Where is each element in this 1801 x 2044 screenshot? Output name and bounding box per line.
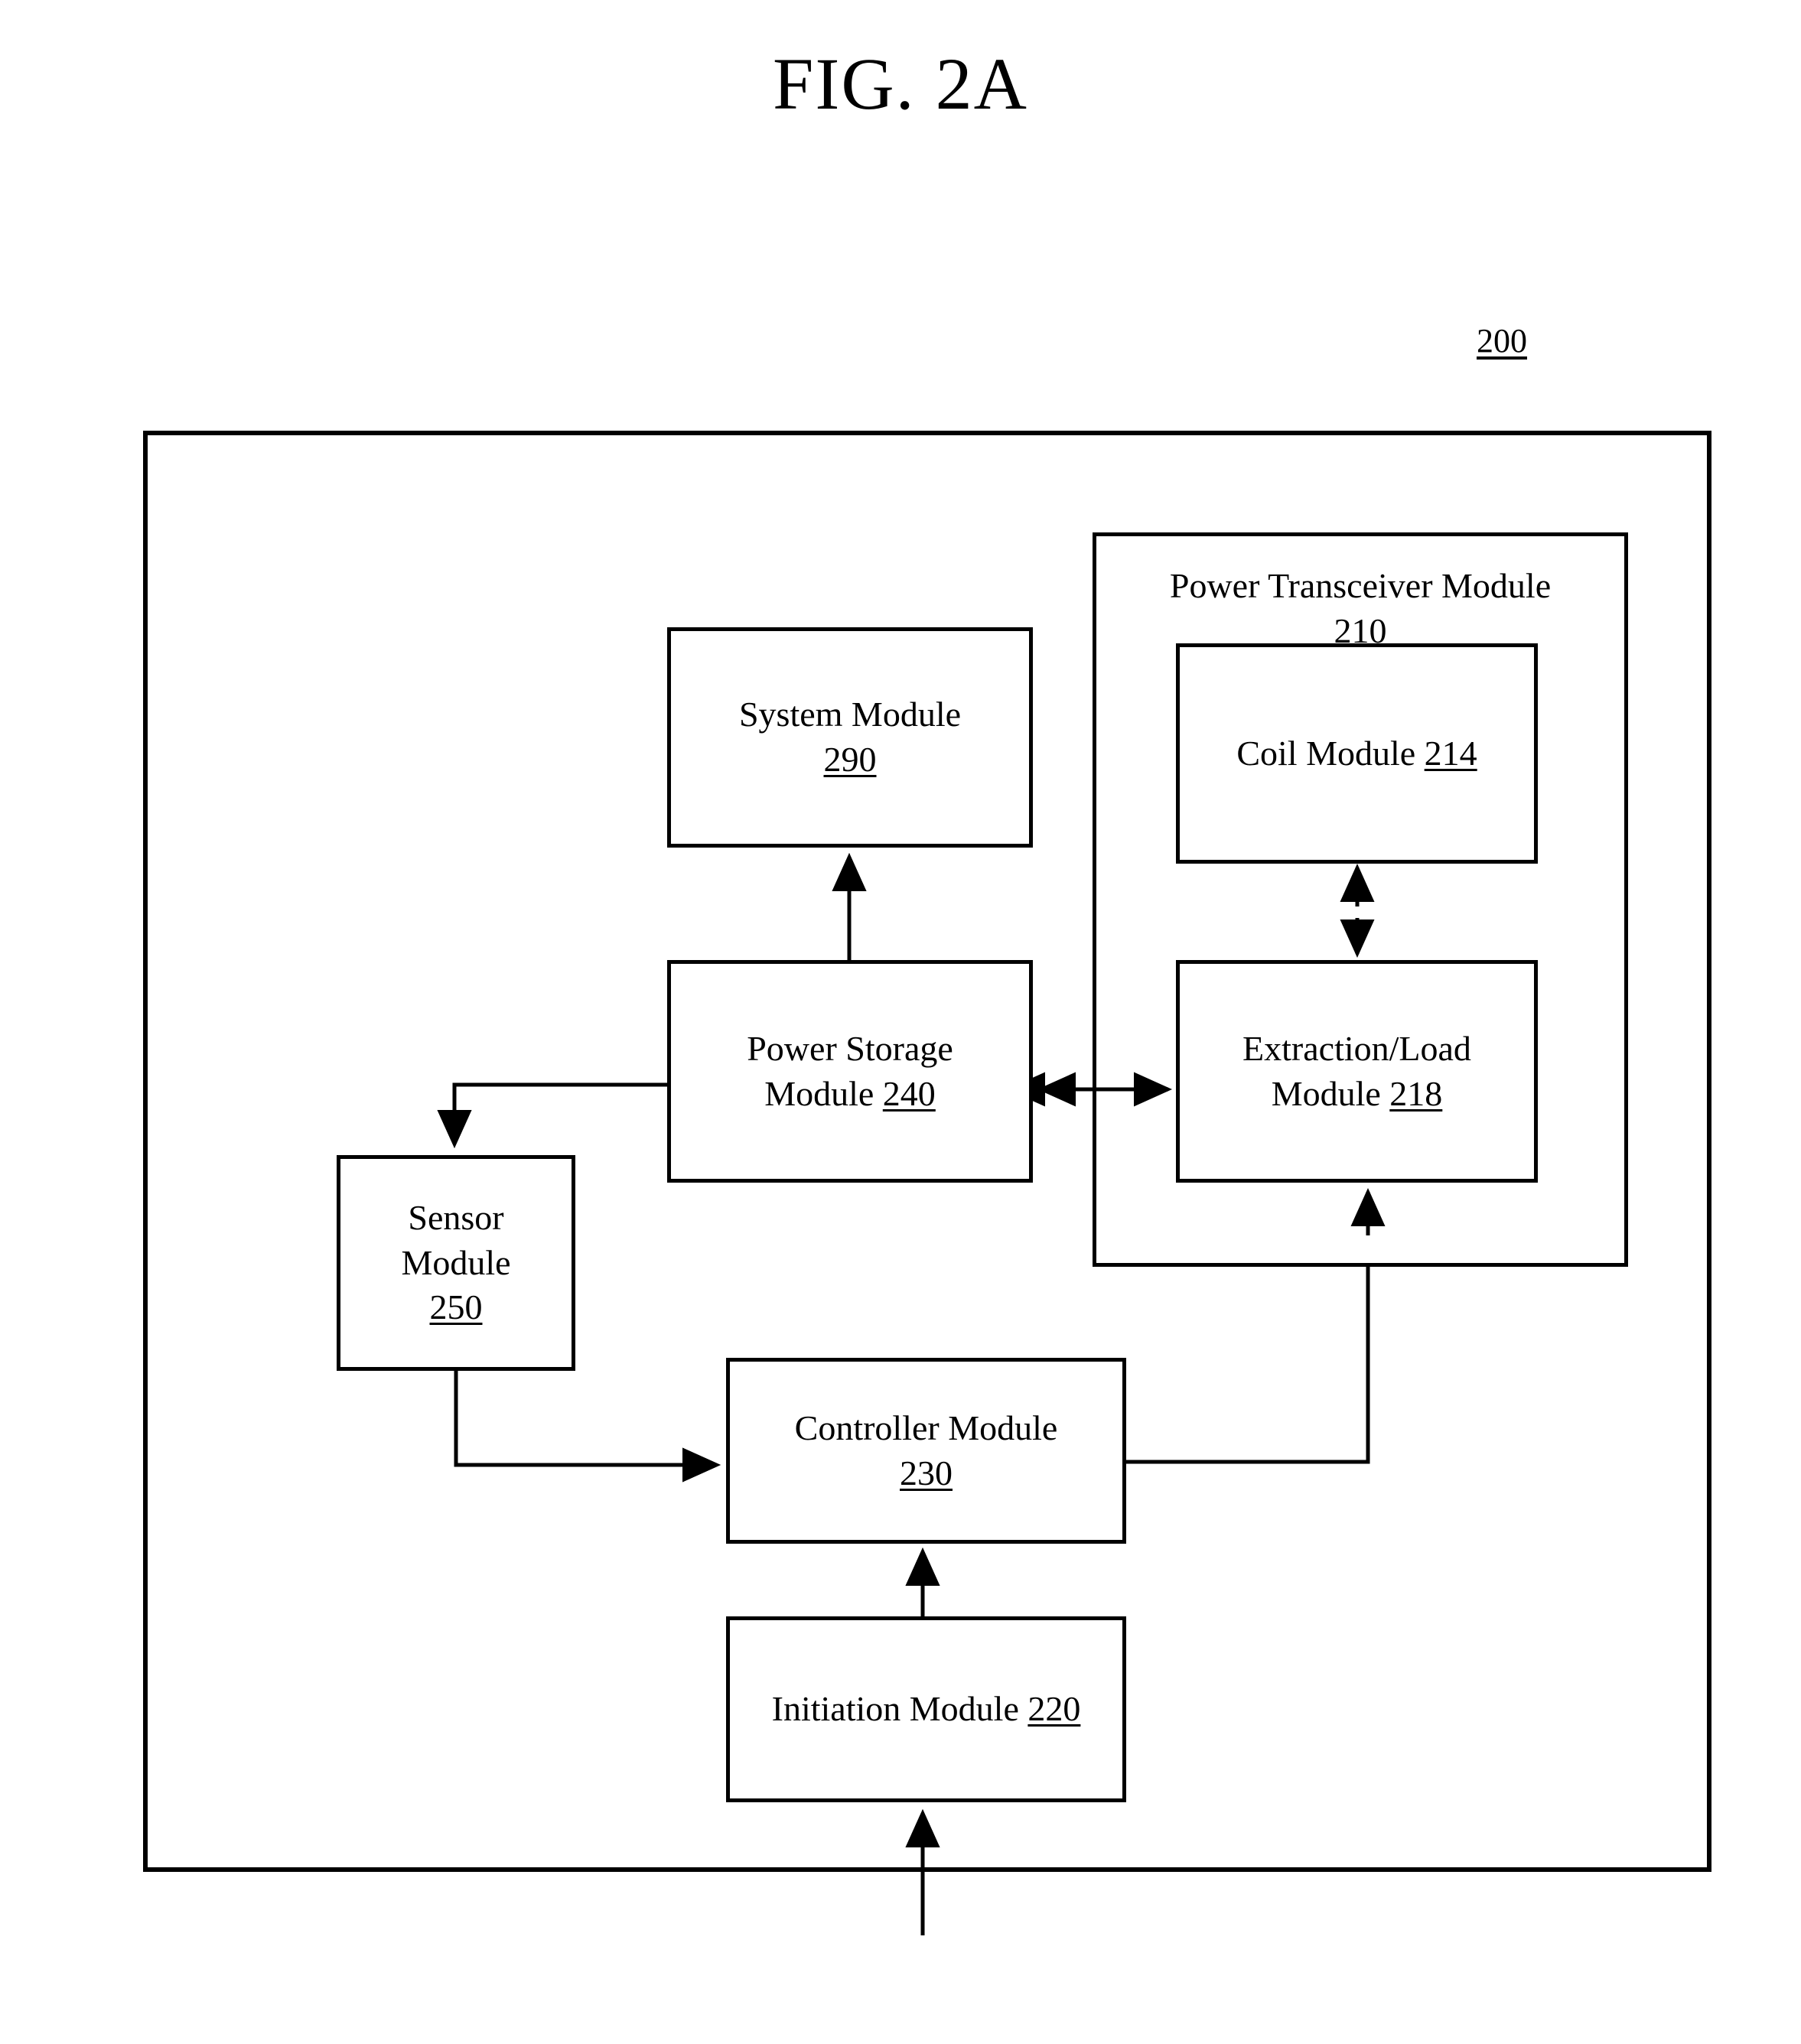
extraction-load-module-label-line2: Module 218	[1272, 1072, 1443, 1117]
figure-title: FIG. 2A	[772, 43, 1028, 125]
coil-module-text: Coil Module	[1236, 733, 1425, 773]
initiation-module-ref: 220	[1028, 1689, 1081, 1729]
system-module-label: System Module	[738, 695, 962, 734]
system-module-ref: 290	[823, 740, 877, 779]
initiation-module-label: Initiation Module 220	[772, 1687, 1081, 1732]
initiation-module-text: Initiation Module	[771, 1689, 1028, 1729]
coil-module-label: Coil Module 214	[1236, 731, 1477, 776]
power-storage-module-ref: 240	[882, 1073, 936, 1113]
extraction-load-module-ref: 218	[1389, 1073, 1443, 1113]
power-transceiver-module-label: Power Transceiver Module	[1169, 566, 1552, 605]
sensor-module-label-line2: Module	[401, 1242, 511, 1282]
power-storage-module-label-line1: Power Storage	[747, 1028, 953, 1068]
sensor-module-ref: 250	[429, 1287, 483, 1327]
controller-module-ref: 230	[900, 1453, 953, 1492]
sensor-module-label-line1: Sensor	[408, 1197, 504, 1237]
system-module-290[interactable]: System Module 290	[667, 627, 1033, 848]
initiation-module-220[interactable]: Initiation Module 220	[726, 1616, 1126, 1802]
coil-module-214[interactable]: Coil Module 214	[1176, 643, 1538, 864]
extraction-load-module-218[interactable]: Extraction/Load Module 218	[1176, 960, 1538, 1183]
power-storage-module-240[interactable]: Power Storage Module 240	[667, 960, 1033, 1183]
coil-module-ref: 214	[1424, 733, 1477, 773]
figure-reference-numeral: 200	[1477, 322, 1527, 360]
extraction-load-module-label-line1: Extraction/Load	[1242, 1028, 1471, 1068]
extraction-load-module-text: Module	[1271, 1073, 1390, 1113]
sensor-module-250[interactable]: Sensor Module 250	[337, 1155, 575, 1371]
power-storage-module-label-line2: Module 240	[764, 1072, 936, 1117]
controller-module-label: Controller Module	[794, 1408, 1058, 1447]
controller-module-230[interactable]: Controller Module 230	[726, 1358, 1126, 1544]
power-storage-module-text: Module	[764, 1073, 883, 1113]
